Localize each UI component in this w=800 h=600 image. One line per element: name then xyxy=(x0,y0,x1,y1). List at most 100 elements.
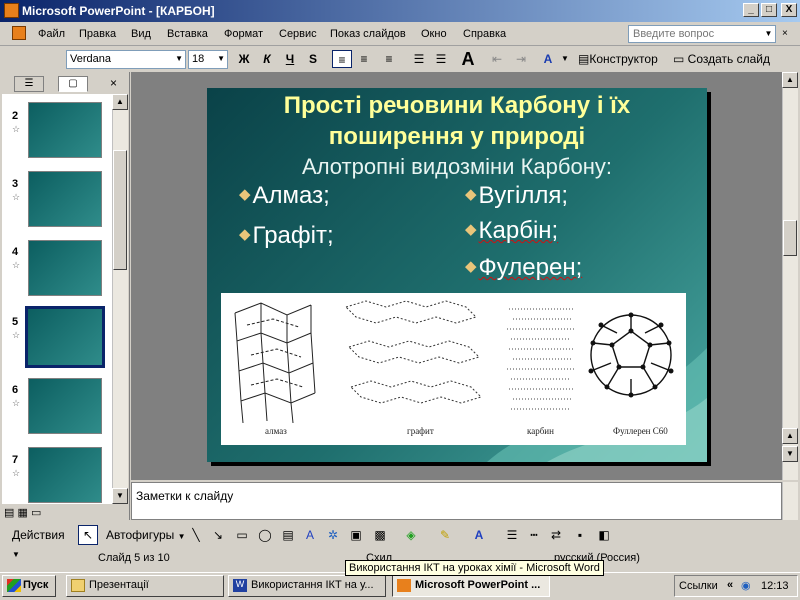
line-icon[interactable]: ╲ xyxy=(188,526,204,544)
minimize-button[interactable]: _ xyxy=(743,3,759,17)
slide-thumbnail-2[interactable] xyxy=(28,102,102,158)
menu-tools[interactable]: Сервис xyxy=(279,28,317,40)
menu-help[interactable]: Справка xyxy=(463,28,506,40)
oval-icon[interactable]: ◯ xyxy=(256,526,274,544)
close-button[interactable]: X xyxy=(781,3,797,17)
clipart-icon[interactable]: ▣ xyxy=(348,526,364,544)
slide-thumbnail-3[interactable] xyxy=(28,171,102,227)
slide-title[interactable]: Прості речовини Карбону і їх поширення у… xyxy=(207,90,707,152)
links-toolbar[interactable]: Ссылки xyxy=(679,580,718,592)
menu-format[interactable]: Формат xyxy=(224,28,263,40)
fill-color-icon[interactable]: ◈ xyxy=(402,526,420,544)
3d-style-icon[interactable]: ◧ xyxy=(596,526,612,544)
speaker-icon[interactable]: ◉ xyxy=(741,579,751,592)
prev-slide-icon[interactable]: ▲ xyxy=(782,428,798,444)
notes-pane[interactable]: Заметки к слайду xyxy=(131,482,782,520)
increase-font-icon[interactable]: A xyxy=(458,50,478,68)
line-color-icon[interactable]: ✎ xyxy=(436,526,454,544)
close-pane-icon[interactable]: × xyxy=(110,76,117,90)
powerpoint-app-icon[interactable] xyxy=(4,3,19,18)
line-style-icon[interactable]: ☰ xyxy=(504,526,520,544)
rectangle-icon[interactable]: ▭ xyxy=(233,526,251,544)
actions-menu[interactable]: Действия ▼ xyxy=(12,526,74,559)
tab-outline[interactable]: ☰ xyxy=(14,76,44,92)
scroll-up-icon[interactable]: ▲ xyxy=(112,94,128,110)
menu-edit[interactable]: Правка xyxy=(79,28,116,40)
slideshow-view-icon[interactable]: ▭ xyxy=(31,507,41,519)
taskbar-powerpoint[interactable]: Microsoft PowerPoint ... xyxy=(392,575,550,597)
menu-view[interactable]: Вид xyxy=(131,28,151,40)
bullet-graphite[interactable]: ◆Графіт; xyxy=(239,222,334,250)
arrow-style-icon[interactable]: ⇄ xyxy=(548,526,564,544)
taskbar-word[interactable]: W Використання ІКТ на у... xyxy=(228,575,386,597)
window-title: Microsoft PowerPoint - [КАРБОН] xyxy=(22,4,215,18)
shadow-style-icon[interactable]: ▪ xyxy=(572,526,588,544)
thumb-number: 7 xyxy=(12,454,19,466)
wordart-icon[interactable]: A xyxy=(302,526,318,544)
maximize-button[interactable]: □ xyxy=(761,3,777,17)
menu-window[interactable]: Окно xyxy=(421,28,447,40)
italic-button[interactable]: К xyxy=(259,50,275,68)
bulleted-list-icon[interactable]: ☰ xyxy=(432,50,450,68)
shadow-button[interactable]: S xyxy=(305,50,321,68)
bullet-fullerene[interactable]: ◆Фулерен; xyxy=(465,254,582,282)
notes-scrollbar[interactable] xyxy=(782,482,798,520)
document-icon[interactable] xyxy=(12,26,26,40)
allotropes-image[interactable]: алмаз графит карбин Фуллерен C60 xyxy=(221,293,686,445)
taskbar-folder[interactable]: Презентації xyxy=(66,575,224,597)
font-name-select[interactable]: Verdana ▼ xyxy=(66,50,186,69)
chevron-down-icon[interactable]: ▼ xyxy=(217,54,225,63)
bold-button[interactable]: Ж xyxy=(236,50,252,68)
decrease-indent-icon[interactable]: ⇤ xyxy=(488,50,506,68)
new-slide-button[interactable]: ▭ Создать слайд xyxy=(673,50,773,68)
align-center-icon[interactable]: ≡ xyxy=(355,50,373,68)
bullet-diamond[interactable]: ◆Алмаз; xyxy=(239,182,330,210)
align-left-icon[interactable]: ≡ xyxy=(332,50,352,68)
font-color-icon[interactable]: A xyxy=(540,50,556,68)
slide-scrollbar[interactable] xyxy=(782,72,798,480)
increase-indent-icon[interactable]: ⇥ xyxy=(512,50,530,68)
next-slide-icon[interactable]: ▼ xyxy=(782,446,798,462)
chevron-down-icon[interactable]: ▼ xyxy=(175,54,183,63)
font-size-select[interactable]: 18 ▼ xyxy=(188,50,228,69)
design-button[interactable]: ▤Конструктор xyxy=(578,50,668,68)
bullet-coal[interactable]: ◆Вугілля; xyxy=(465,182,568,210)
slide-subtitle[interactable]: Алотропні видозміни Карбону: xyxy=(207,154,707,180)
current-slide[interactable]: Прості речовини Карбону і їх поширення у… xyxy=(207,88,707,462)
close-doc-icon[interactable]: × xyxy=(782,28,788,39)
star-icon: ☆ xyxy=(12,124,21,134)
draw-font-color-icon[interactable]: A xyxy=(470,526,488,544)
ask-dropdown-icon[interactable]: ▼ xyxy=(762,26,775,42)
slide-sorter-icon[interactable]: ▦ xyxy=(17,507,27,519)
picture-icon[interactable]: ▩ xyxy=(372,526,388,544)
slide-thumbnail-7[interactable] xyxy=(28,447,102,503)
textbox-icon[interactable]: ▤ xyxy=(280,526,296,544)
numbered-list-icon[interactable]: ☰ xyxy=(410,50,428,68)
dash-style-icon[interactable]: ┅ xyxy=(526,526,542,544)
slide-thumbnail-4[interactable] xyxy=(28,240,102,296)
tab-slides[interactable]: ▢ xyxy=(58,76,88,92)
arrow-icon[interactable]: ↘ xyxy=(210,526,226,544)
chevron-down-icon[interactable]: ▼ xyxy=(560,50,570,68)
scroll-down-icon[interactable]: ▼ xyxy=(112,488,128,504)
expand-icon[interactable]: « xyxy=(727,579,733,591)
select-arrow-icon[interactable]: ↖ xyxy=(78,525,98,545)
autoshapes-menu[interactable]: Автофигуры ▼ xyxy=(106,526,186,544)
font-name-value: Verdana xyxy=(70,53,111,65)
underline-button[interactable]: Ч xyxy=(282,50,298,68)
menu-file[interactable]: Файл xyxy=(38,28,65,40)
bullet-carbyne[interactable]: ◆Карбін; xyxy=(465,217,558,245)
scroll-up-icon[interactable]: ▲ xyxy=(782,72,798,88)
normal-view-icon[interactable]: ▤ xyxy=(4,507,14,519)
slide-thumbnail-6[interactable] xyxy=(28,378,102,434)
align-right-icon[interactable]: ≡ xyxy=(380,50,398,68)
scroll-thumb[interactable] xyxy=(783,220,797,256)
menu-insert[interactable]: Вставка xyxy=(167,28,208,40)
slide-thumbnail-5[interactable] xyxy=(24,305,106,369)
start-button[interactable]: Пуск xyxy=(2,575,56,597)
menu-slideshow[interactable]: Показ слайдов xyxy=(330,28,406,40)
image-label: Фуллерен C60 xyxy=(613,426,668,436)
scroll-thumb[interactable] xyxy=(113,150,127,270)
ask-question-input[interactable]: Введите вопрос xyxy=(628,25,776,43)
diagram-icon[interactable]: ✲ xyxy=(325,526,341,544)
